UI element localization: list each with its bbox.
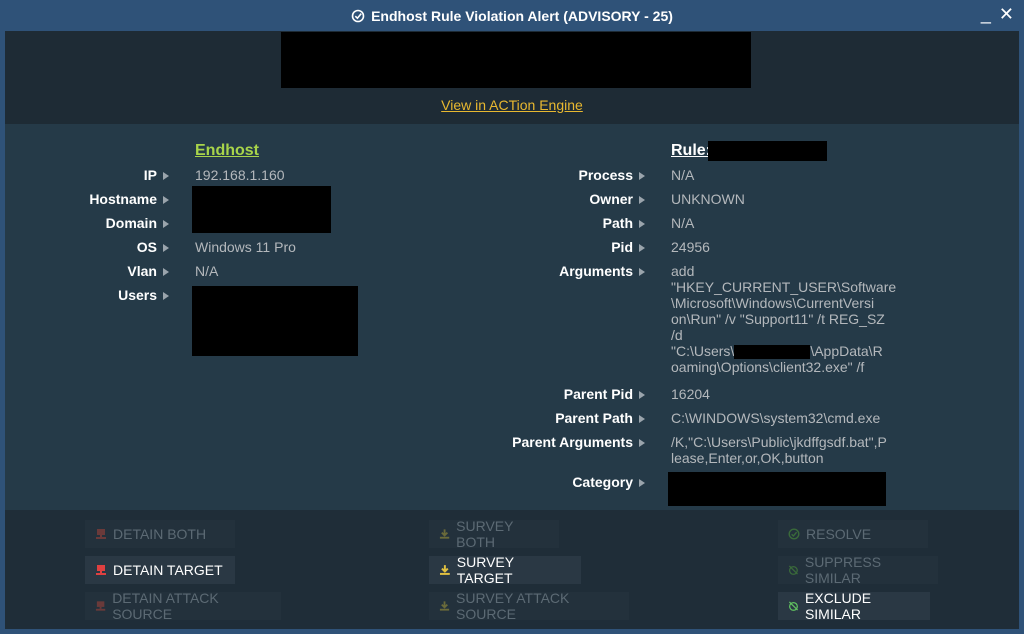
caret-right-icon xyxy=(163,268,169,277)
download-icon xyxy=(439,601,450,611)
parent-path-label: Parent Path xyxy=(555,410,645,426)
check-circle-icon xyxy=(351,9,365,22)
alert-details: Endhost IP 192.168.1.160 Hostname Domain… xyxy=(5,124,1019,510)
owner-value: UNKNOWN xyxy=(671,191,745,207)
detain-icon xyxy=(95,601,106,611)
users-label: Users xyxy=(118,287,169,303)
view-in-action-engine-link[interactable]: View in ACTion Engine xyxy=(5,97,1019,113)
detain-icon xyxy=(96,529,106,539)
caret-right-icon xyxy=(163,220,169,229)
parent-path-value: C:\WINDOWS\system32\cmd.exe xyxy=(671,410,881,426)
caret-right-icon xyxy=(639,479,645,488)
arguments-label: Arguments xyxy=(559,263,645,279)
close-button[interactable]: ✕ xyxy=(999,4,1014,24)
window-title-text: Endhost Rule Violation Alert (ADVISORY -… xyxy=(371,7,673,24)
arguments-line: "C:\Users\ \AppData\R xyxy=(671,343,883,360)
survey-both-button[interactable]: SURVEY BOTH xyxy=(429,518,559,550)
caret-right-icon xyxy=(639,391,645,400)
caret-right-icon xyxy=(163,172,169,181)
alert-content: View in ACTion Engine Endhost IP 192.168… xyxy=(5,31,1019,629)
caret-right-icon xyxy=(639,220,645,229)
parent-arguments-line: /K,"C:\Users\Public\jkdffgsdf.bat",P xyxy=(671,434,887,450)
parent-arguments-label: Parent Arguments xyxy=(512,434,645,450)
redacted-users xyxy=(192,286,358,356)
ip-label: IP xyxy=(144,167,169,183)
detain-both-button[interactable]: DETAIN BOTH xyxy=(85,520,235,548)
process-label: Process xyxy=(579,167,645,183)
action-buttons: DETAIN BOTH DETAIN TARGET DETAIN ATTACK … xyxy=(5,510,1019,629)
survey-attack-source-button[interactable]: SURVEY ATTACK SOURCE xyxy=(429,590,629,622)
caret-right-icon xyxy=(163,196,169,205)
vlan-value: N/A xyxy=(195,263,219,279)
vlan-label: Vlan xyxy=(127,263,169,279)
caret-right-icon xyxy=(639,268,645,277)
alarm-off-icon xyxy=(788,601,799,611)
parent-pid-value: 16204 xyxy=(671,386,710,402)
ip-value: 192.168.1.160 xyxy=(195,167,285,183)
arguments-line: "HKEY_CURRENT_USER\Software xyxy=(671,279,897,295)
arguments-line: on\Run" /v "Support11" /t REG_SZ xyxy=(671,311,885,327)
redacted-rule-name xyxy=(708,141,827,161)
os-value: Windows 11 Pro xyxy=(195,239,296,255)
exclude-similar-button[interactable]: EXCLUDE SIMILAR xyxy=(778,590,930,622)
caret-right-icon xyxy=(163,292,169,301)
redacted-category xyxy=(668,472,886,506)
arguments-line: oaming\Options\client32.exe" /f xyxy=(671,359,865,376)
hostname-label: Hostname xyxy=(89,191,169,207)
download-icon xyxy=(439,565,450,575)
arguments-line: add xyxy=(671,263,695,279)
parent-arguments-value: /K,"C:\Users\Public\jkdffgsdf.bat",P lea… xyxy=(671,434,887,466)
rule-title: Rule: xyxy=(671,142,711,159)
caret-right-icon xyxy=(163,244,169,253)
detain-target-button[interactable]: DETAIN TARGET xyxy=(85,556,235,584)
resolve-button[interactable]: RESOLVE xyxy=(778,520,928,548)
path-label: Path xyxy=(603,215,645,231)
process-value: N/A xyxy=(671,167,695,183)
suppress-similar-button[interactable]: SUPPRESS SIMILAR xyxy=(778,554,938,586)
caret-right-icon xyxy=(639,196,645,205)
pid-value: 24956 xyxy=(671,239,710,255)
owner-label: Owner xyxy=(589,191,645,207)
domain-label: Domain xyxy=(106,215,169,231)
title-bar: Endhost Rule Violation Alert (ADVISORY -… xyxy=(0,0,1024,31)
detain-icon xyxy=(96,565,106,575)
path-value: N/A xyxy=(671,215,695,231)
download-icon xyxy=(439,529,450,539)
parent-arguments-line: lease,Enter,or,OK,button xyxy=(671,450,824,466)
window-controls: _ ✕ xyxy=(981,4,1014,24)
caret-right-icon xyxy=(639,415,645,424)
endhost-title: Endhost xyxy=(195,142,259,159)
window-title: Endhost Rule Violation Alert (ADVISORY -… xyxy=(351,8,673,24)
parent-pid-label: Parent Pid xyxy=(564,386,645,402)
arguments-value: add "HKEY_CURRENT_USER\Software \Microso… xyxy=(671,263,896,375)
alert-header: View in ACTion Engine xyxy=(5,31,1019,124)
arguments-line: /d xyxy=(671,327,683,343)
redacted-username xyxy=(734,345,811,360)
os-label: OS xyxy=(137,239,169,255)
category-label: Category xyxy=(572,474,645,490)
detain-attack-source-button[interactable]: DETAIN ATTACK SOURCE xyxy=(85,590,281,622)
redacted-block xyxy=(281,32,751,88)
redacted-hostname-domain xyxy=(192,186,331,233)
check-circle-icon xyxy=(788,528,800,540)
minimize-button[interactable]: _ xyxy=(981,4,991,24)
caret-right-icon xyxy=(639,172,645,181)
pid-label: Pid xyxy=(611,239,645,255)
alarm-off-icon xyxy=(788,565,798,575)
caret-right-icon xyxy=(639,244,645,253)
survey-target-button[interactable]: SURVEY TARGET xyxy=(429,554,581,586)
alert-window: Endhost Rule Violation Alert (ADVISORY -… xyxy=(0,0,1024,634)
arguments-line: \Microsoft\Windows\CurrentVersi xyxy=(671,295,875,311)
caret-right-icon xyxy=(639,439,645,448)
